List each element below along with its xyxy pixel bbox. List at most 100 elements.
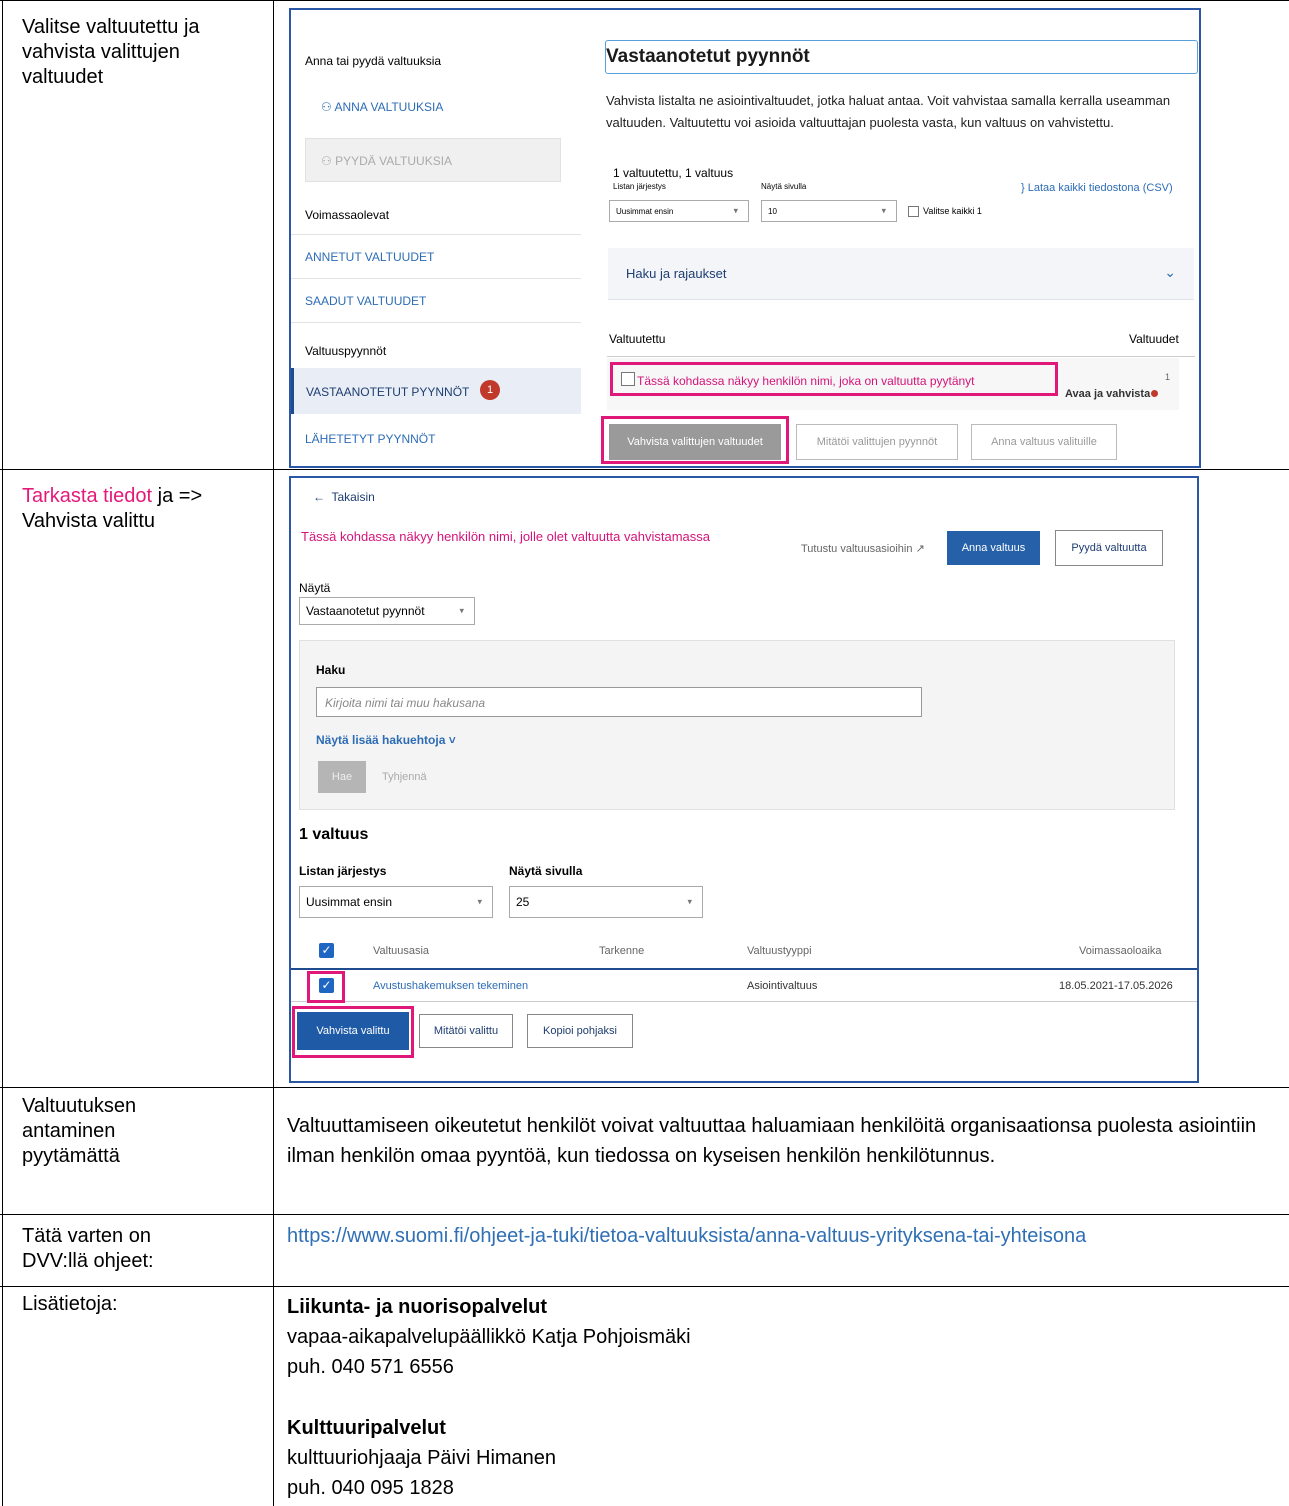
search-label: Haku <box>316 663 346 677</box>
page-size-label: Näytä sivulla <box>761 182 807 191</box>
search-button[interactable]: Hae <box>318 761 366 793</box>
divider <box>291 278 581 279</box>
contact-heading: Kulttuuripalvelut <box>287 1417 446 1439</box>
sort-label: Listan järjestys <box>299 864 387 878</box>
select-all-checkbox[interactable] <box>908 206 919 217</box>
table-top-border <box>0 0 1289 1</box>
sidebar-item-sent-requests[interactable]: LÄHETETYT PYYNNÖT <box>305 432 435 446</box>
sidebar-item-given[interactable]: ANNETUT VALTUUDET <box>305 250 434 264</box>
column-header-validity: Voimassaoloaika <box>1079 945 1162 957</box>
filter-accordion[interactable]: Haku ja rajaukset ⌄ <box>608 248 1194 300</box>
row-divider <box>0 1087 1289 1088</box>
arrow-left-icon: ← <box>313 490 325 504</box>
column-header-authorizations: Valtuudet <box>1129 332 1179 346</box>
request-authorization-button[interactable]: Pyydä valtuutta <box>1055 530 1163 566</box>
notification-badge: 1 <box>480 380 500 400</box>
chevron-down-icon: ˅ <box>448 733 456 747</box>
give-authorization-button[interactable]: Anna valtuus <box>947 531 1040 565</box>
sort-label: Listan järjestys <box>613 182 666 191</box>
search-placeholder: Kirjoita nimi tai muu hakusana <box>325 696 486 710</box>
clear-button[interactable]: Tyhjennä <box>382 771 427 783</box>
cancel-selected-button[interactable]: Mitätöi valittujen pyynnöt <box>796 424 958 460</box>
highlight-box <box>601 416 789 464</box>
result-count: 1 valtuutettu, 1 valtuus <box>613 166 734 180</box>
row1-label: Valitse valtuutettu ja vahvista valittuj… <box>22 16 200 88</box>
contact-info: Liikunta- ja nuorisopalvelut vapaa-aikap… <box>287 1292 1247 1503</box>
validity-period: 18.05.2021-17.05.2026 <box>1059 980 1173 992</box>
copy-as-template-button[interactable]: Kopioi pohjaksi <box>527 1014 633 1048</box>
page-size-label: Näytä sivulla <box>509 864 583 878</box>
filter-label: Haku ja rajaukset <box>626 266 727 281</box>
matter-link[interactable]: Avustushakemuksen tekeminen <box>373 980 528 992</box>
row-divider <box>0 1214 1289 1215</box>
chevron-down-icon: ▾ <box>477 896 482 907</box>
screenshot-confirm-authorization: ← Takaisin Tässä kohdassa näkyy henkilön… <box>289 476 1199 1083</box>
divider <box>291 322 581 323</box>
highlight-box <box>307 971 345 1003</box>
row-divider <box>0 1286 1289 1287</box>
page-size-select[interactable]: 10 ▾ <box>761 200 897 222</box>
table-left-border <box>2 0 3 1506</box>
give-to-selected-button[interactable]: Anna valtuus valituille <box>971 424 1117 460</box>
contact-heading: Liikunta- ja nuorisopalvelut <box>287 1296 548 1318</box>
column-header-specifier: Tarkenne <box>599 945 645 957</box>
page-title: Vastaanotetut pyynnöt <box>606 46 810 67</box>
dvv-instructions-link[interactable]: https://www.suomi.fi/ohjeet-ja-tuki/tiet… <box>287 1224 1217 1249</box>
chevron-down-icon: ⌄ <box>1164 264 1176 280</box>
search-input[interactable]: Kirjoita nimi tai muu hakusana <box>316 687 922 717</box>
sidebar-item-received-requests[interactable]: VASTAANOTETUT PYYNNÖT 1 <box>291 368 581 414</box>
result-count: 1 valtuus <box>299 826 369 843</box>
table-row[interactable]: ✓ Avustushakemuksen tekeminen Asiointiva… <box>291 968 1197 1002</box>
row2-label: Tarkasta tiedot ja => Vahvista valittu <box>22 485 203 532</box>
contact-phone: puh. 040 571 6556 <box>287 1356 454 1378</box>
contact-person: kulttuuriohjaaja Päivi Himanen <box>287 1447 557 1469</box>
sidebar-item-received[interactable]: SAADUT VALTUUDET <box>305 294 426 308</box>
show-label: Näytä <box>299 581 331 595</box>
screenshot-received-requests: Anna tai pyydä valtuuksia ⚇ ANNA VALTUUK… <box>289 8 1201 468</box>
row-divider <box>0 469 1289 470</box>
select-all-label: Valitse kaikki 1 <box>923 206 982 216</box>
download-icon: } <box>1021 182 1025 194</box>
person-name: Tässä kohdassa näkyy henkilön nimi, joll… <box>301 529 710 544</box>
page-size-select[interactable]: 25 ▾ <box>509 886 703 918</box>
section-requests: Valtuuspyynnöt <box>305 344 387 358</box>
authorization-type: Asiointivaltuus <box>747 980 818 992</box>
row4-label: Tätä varten on DVV:llä ohjeet: <box>22 1225 154 1272</box>
highlight-box <box>292 1006 414 1058</box>
divider <box>607 356 1195 357</box>
request-authorizations-button[interactable]: ⚇ PYYDÄ VALTUUKSIA <box>305 138 561 182</box>
column-header-type: Valtuustyyppi <box>747 945 812 957</box>
contact-phone: puh. 040 095 1828 <box>287 1477 454 1499</box>
search-panel: Haku Kirjoita nimi tai muu hakusana Näyt… <box>299 640 1175 810</box>
row3-label: Valtuutuksen antaminen pyytämättä <box>22 1095 137 1167</box>
authorization-count: 1 <box>1165 372 1171 382</box>
users-icon: ⚇ <box>321 100 332 114</box>
sort-select[interactable]: Uusimmat ensin ▾ <box>299 886 493 918</box>
view-select[interactable]: Vastaanotetut pyynnöt ▾ <box>299 597 475 625</box>
chevron-down-icon: ▾ <box>733 205 738 216</box>
contact-person: vapaa-aikapalvelupäällikkö Katja Pohjois… <box>287 1326 691 1348</box>
cancel-selected-button[interactable]: Mitätöi valittu <box>419 1014 513 1048</box>
back-link[interactable]: ← Takaisin <box>313 490 375 504</box>
users-icon: ⚇ <box>321 154 332 168</box>
chevron-down-icon: ▾ <box>687 896 692 907</box>
open-and-confirm-link[interactable]: Avaa ja vahvista <box>1065 388 1159 400</box>
give-authorizations-button[interactable]: ⚇ ANNA VALTUUKSIA <box>321 100 443 114</box>
learn-more-link[interactable]: Tutustu valtuusasioihin ↗ <box>801 542 925 555</box>
intro-text: Vahvista listalta ne asiointivaltuudet, … <box>606 93 1171 130</box>
more-search-options-link[interactable]: Näytä lisää hakuehtoja ˅ <box>316 733 456 747</box>
divider <box>291 234 581 235</box>
row5-label: Lisätietoja: <box>22 1293 118 1315</box>
sidebar-heading: Anna tai pyydä valtuuksia <box>305 54 442 68</box>
page-title-box: Vastaanotetut pyynnöt <box>605 40 1198 74</box>
document: Valitse valtuutettu ja vahvista valittuj… <box>0 0 1289 1506</box>
table-column-divider <box>273 0 274 1506</box>
sort-select[interactable]: Uusimmat ensin ▾ <box>609 200 749 222</box>
chevron-down-icon: ▾ <box>881 205 886 216</box>
column-header-matter: Valtuusasia <box>373 945 430 957</box>
highlight-box <box>610 362 1058 396</box>
download-csv-link[interactable]: } Lataa kaikki tiedostona (CSV) <box>1021 182 1173 194</box>
chevron-down-icon: ▾ <box>459 605 464 616</box>
select-all-checkbox[interactable]: ✓ <box>319 943 334 958</box>
external-link-icon: ↗ <box>915 543 925 555</box>
